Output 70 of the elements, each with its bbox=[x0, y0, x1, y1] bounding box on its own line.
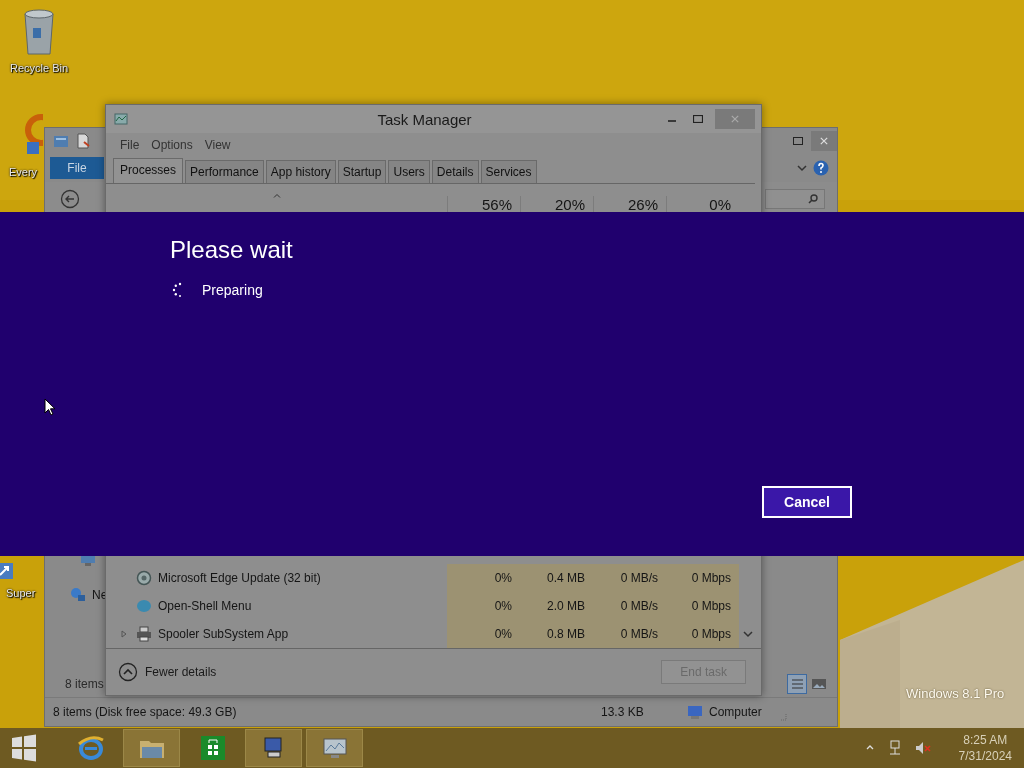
taskbar-button[interactable] bbox=[245, 729, 302, 767]
tab[interactable]: Users bbox=[388, 160, 430, 183]
shortcut-icon[interactable] bbox=[0, 561, 15, 581]
disk-cell: 0 MB/s bbox=[593, 620, 666, 648]
clock-date[interactable]: 7/31/2024 bbox=[958, 748, 1012, 764]
collapse-icon bbox=[118, 662, 138, 682]
disk-cell: 0 MB/s bbox=[593, 592, 666, 620]
sort-caret-icon[interactable] bbox=[272, 192, 281, 200]
search-field[interactable] bbox=[765, 189, 825, 209]
tab[interactable]: Details bbox=[431, 160, 479, 183]
menu-item[interactable]: View bbox=[204, 138, 231, 152]
close-icon bbox=[730, 115, 740, 123]
cursor-icon bbox=[44, 398, 56, 416]
task-manager-icon bbox=[114, 111, 130, 127]
tab[interactable]: App history bbox=[265, 160, 336, 183]
chevron-down-icon[interactable] bbox=[797, 163, 807, 173]
item-count: 8 items bbox=[65, 677, 104, 691]
tab[interactable]: Processes bbox=[113, 158, 184, 183]
tab[interactable]: Services bbox=[480, 160, 537, 183]
maximize-icon bbox=[793, 137, 803, 145]
gear-icon bbox=[136, 570, 152, 586]
location-label: Computer bbox=[709, 705, 763, 719]
search-icon bbox=[808, 194, 818, 204]
back-button[interactable] bbox=[60, 189, 80, 209]
process-name[interactable]: Spooler SubSystem App bbox=[158, 627, 289, 641]
process-name[interactable]: Open-Shell Menu bbox=[158, 599, 252, 613]
image-view-icon[interactable] bbox=[811, 676, 827, 692]
process-name[interactable]: Microsoft Edge Update (32 bit) bbox=[158, 571, 321, 585]
cpu-cell: 0% bbox=[447, 592, 520, 620]
store-icon bbox=[198, 734, 227, 762]
help-icon[interactable] bbox=[813, 160, 829, 176]
speaker-muted-icon[interactable] bbox=[914, 740, 931, 756]
selection-size: 13.3 KB bbox=[601, 705, 645, 719]
fewer-details-button[interactable]: Fewer details bbox=[118, 662, 217, 682]
details-view-icon[interactable] bbox=[787, 674, 807, 694]
cpu-cell: 0% bbox=[447, 620, 520, 648]
dialog-title: Please wait bbox=[170, 236, 294, 264]
status-text: 8 items (Disk free space: 49.3 GB) bbox=[53, 705, 238, 719]
cpu-cell: 0% bbox=[447, 564, 520, 592]
properties-icon[interactable] bbox=[53, 133, 69, 149]
close-button[interactable] bbox=[811, 131, 837, 151]
status-message: Preparing bbox=[202, 282, 263, 298]
memory-cell: 2.0 MB bbox=[520, 592, 593, 620]
memory-cell: 0.8 MB bbox=[520, 620, 593, 648]
file-tab[interactable]: File bbox=[50, 157, 104, 179]
taskbar-button[interactable] bbox=[306, 729, 363, 767]
network-cell: 0 Mbps bbox=[666, 620, 739, 648]
start-button[interactable] bbox=[10, 734, 38, 762]
network-cell: 0 Mbps bbox=[666, 564, 739, 592]
close-icon bbox=[819, 137, 829, 145]
disk-cell: 0 MB/s bbox=[593, 564, 666, 592]
network-cell: 0 Mbps bbox=[666, 592, 739, 620]
memory-cell: 0.4 MB bbox=[520, 564, 593, 592]
globe-icon bbox=[136, 598, 152, 614]
menu-item[interactable]: File bbox=[120, 138, 140, 152]
menu-item[interactable]: Options bbox=[151, 138, 193, 152]
watermark-text: Windows 8.1 Pro bbox=[906, 686, 1005, 701]
expand-arrow-icon[interactable] bbox=[120, 630, 128, 638]
document-icon[interactable] bbox=[75, 133, 91, 149]
network-icon[interactable] bbox=[70, 587, 86, 603]
browser-icon bbox=[76, 734, 105, 762]
tab[interactable]: Startup bbox=[337, 160, 387, 183]
maximize-icon bbox=[693, 115, 703, 123]
clock-time[interactable]: 8:25 AM bbox=[963, 732, 1008, 748]
scroll-down-icon[interactable] bbox=[742, 629, 753, 639]
tab[interactable]: Performance bbox=[185, 160, 264, 183]
cancel-button[interactable]: Cancel bbox=[762, 486, 852, 518]
printer-icon bbox=[136, 626, 152, 642]
computer-icon bbox=[687, 704, 703, 720]
window-title: Task Manager bbox=[376, 110, 473, 128]
